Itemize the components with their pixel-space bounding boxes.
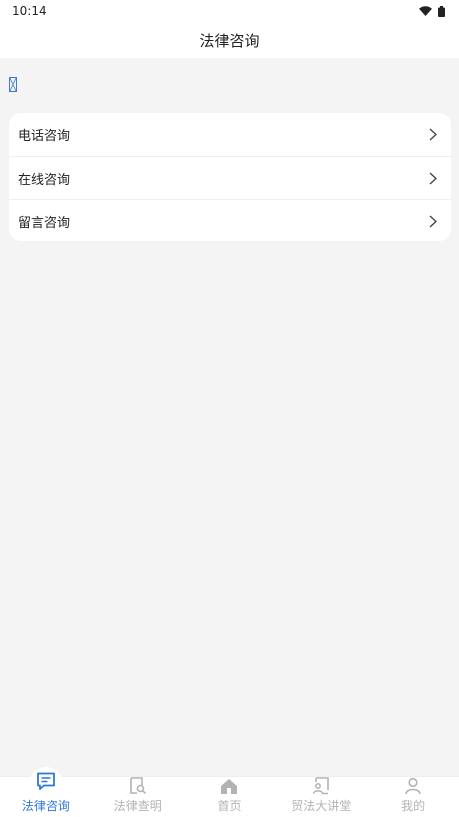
menu-item-phone-consult[interactable]: 电话咨询	[9, 113, 451, 156]
consult-menu-card: 电话咨询 在线咨询 留言咨询	[9, 113, 451, 241]
tab-label: 法律查明	[113, 799, 162, 813]
tab-label: 首页	[217, 799, 242, 813]
tab-mine[interactable]: 我的	[367, 777, 459, 817]
menu-item-online-consult[interactable]: 在线咨询	[9, 156, 451, 199]
tab-trade-law-lecture[interactable]: 贸法大讲堂	[275, 777, 367, 817]
tab-label: 贸法大讲堂	[291, 799, 352, 813]
page-title: 法律咨询	[199, 31, 260, 50]
menu-item-message-consult[interactable]: 留言咨询	[9, 199, 451, 241]
chevron-right-icon	[429, 128, 439, 142]
title-bar: 法律咨询	[0, 22, 459, 58]
status-icons	[419, 5, 445, 17]
home-icon	[218, 777, 240, 795]
menu-item-label: 留言咨询	[18, 215, 71, 231]
tab-legal-search[interactable]: 法律查明	[92, 777, 184, 817]
chat-icon	[35, 772, 57, 791]
status-time: 10:14	[12, 4, 47, 18]
menu-item-label: 电话咨询	[18, 129, 71, 144]
status-bar: 10:14	[0, 0, 459, 22]
tab-home[interactable]: 首页	[184, 777, 276, 817]
chevron-right-icon	[429, 214, 439, 228]
bottom-tab-bar: 法律咨询 法律查明 首页 贸法大讲堂 我的	[0, 767, 459, 817]
tab-legal-consult[interactable]: 法律咨询	[0, 767, 92, 817]
user-icon	[402, 777, 424, 795]
lecture-icon	[310, 777, 332, 795]
tab-label: 我的	[401, 799, 426, 813]
menu-item-label: 在线咨询	[18, 172, 71, 188]
screen: 10:14 法律咨询 电话咨询 在线咨询 留言咨询 法律咨询 法律查明 首页 贸…	[0, 0, 459, 817]
missing-glyph-icon	[9, 77, 17, 92]
battery-icon	[438, 5, 445, 17]
wifi-icon	[419, 6, 432, 16]
document-search-icon	[127, 777, 149, 795]
chevron-right-icon	[429, 171, 439, 185]
